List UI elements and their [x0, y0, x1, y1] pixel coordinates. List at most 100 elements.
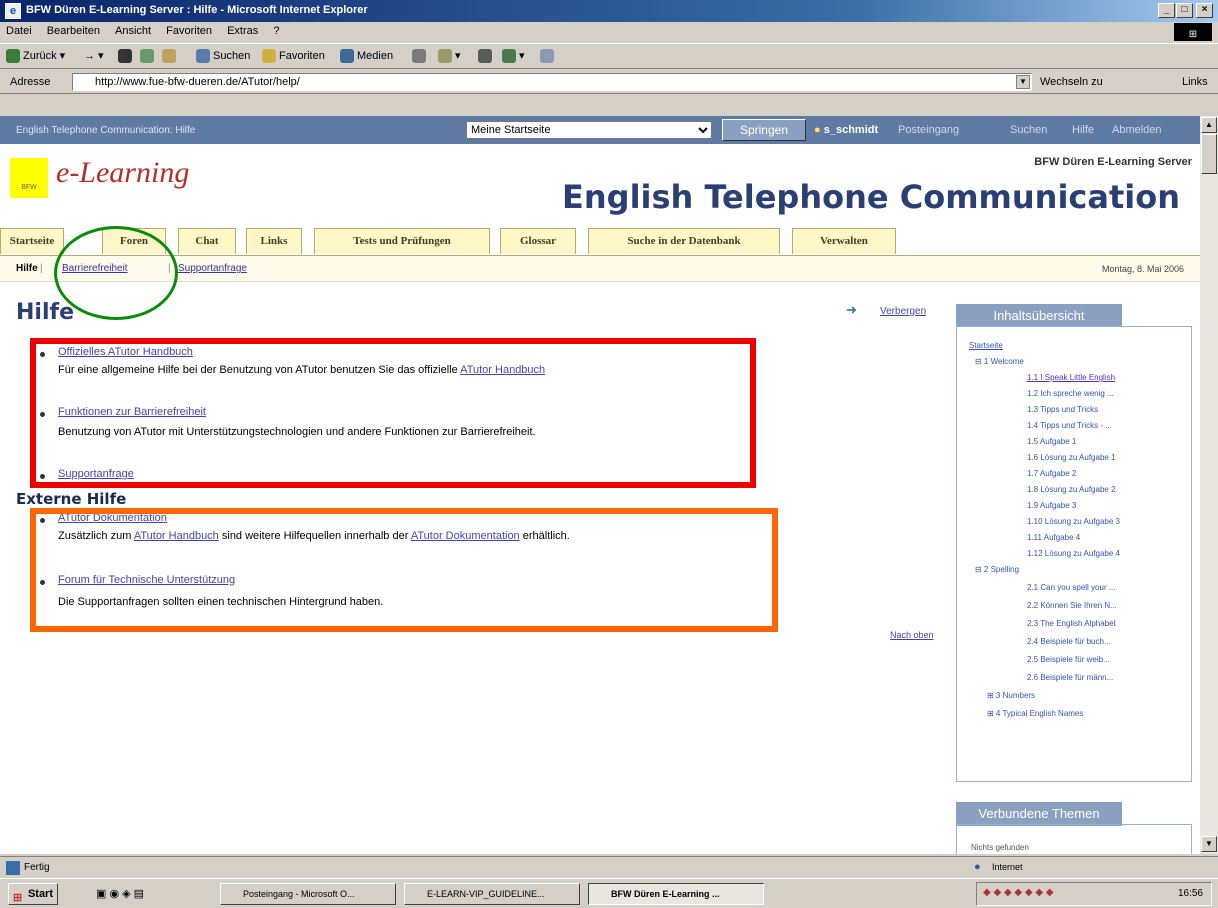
toc-item[interactable]: 2.4 Beispiele für buch...: [1027, 637, 1111, 646]
toc-item[interactable]: 1.3 Tipps und Tricks: [1027, 405, 1098, 414]
tab-links[interactable]: Links: [246, 228, 302, 254]
taskbar-item-ie[interactable]: BFW Düren E-Learning ...: [588, 883, 764, 905]
back-label: Zurück: [23, 50, 57, 62]
start-label: Start: [27, 888, 53, 900]
vertical-scrollbar[interactable]: ▲ ▼: [1200, 116, 1218, 854]
toc-item[interactable]: Startseite: [969, 341, 1003, 350]
toc-item[interactable]: 2.6 Beispiele für männ...: [1027, 673, 1113, 682]
start-button[interactable]: ⊞ Start: [8, 883, 58, 905]
refresh-icon[interactable]: [140, 49, 157, 63]
links-button[interactable]: Links: [1182, 76, 1208, 88]
related-empty-text: Nichts gefunden: [971, 843, 1029, 852]
jump-select[interactable]: Meine Startseite: [466, 121, 712, 139]
toc-item[interactable]: 2.2 Können Sie Ihren N...: [1027, 601, 1117, 610]
clock: 16:56: [1177, 888, 1203, 899]
address-dropdown-icon[interactable]: ▼: [1016, 75, 1030, 89]
windows-flag-icon: ⊞: [13, 892, 23, 904]
hide-sidebar-link[interactable]: Verbergen: [880, 306, 926, 317]
internet-zone-icon: ●: [974, 861, 981, 873]
quicklaunch-icons[interactable]: ▣ ◉ ◈ ▤: [96, 887, 144, 900]
back-button[interactable]: Zurück ▾: [6, 49, 65, 64]
logout-link[interactable]: Abmelden: [1112, 124, 1162, 136]
browser-toolbar: Zurück ▾ → ▾ Suchen Favoriten Medien ▾ ▾: [0, 43, 1218, 69]
print-icon[interactable]: [478, 49, 495, 63]
search-button[interactable]: Suchen: [196, 49, 250, 63]
taskbar-item-outlook[interactable]: Posteingang - Microsoft O...: [220, 883, 396, 905]
taskbar-item-word[interactable]: E-LEARN-VIP_GUIDELINE...: [404, 883, 580, 905]
discuss-icon[interactable]: [540, 49, 557, 63]
favorites-icon: [262, 49, 276, 63]
toc-item[interactable]: 1.10 Lösung zu Aufgabe 3: [1027, 517, 1120, 526]
status-bar: Fertig ● Internet: [0, 856, 1218, 878]
arrow-right-icon: ➜: [846, 302, 857, 317]
tab-tests[interactable]: Tests und Prüfungen: [314, 228, 490, 254]
tab-glossar[interactable]: Glossar: [500, 228, 576, 254]
edit-icon[interactable]: ▾: [502, 49, 525, 64]
menu-favorites[interactable]: Favoriten: [160, 22, 218, 40]
toc-item[interactable]: ⊟ 2 Spelling: [975, 565, 1019, 574]
username[interactable]: ● s_schmidt: [814, 124, 878, 136]
tab-verwalten[interactable]: Verwalten: [792, 228, 896, 254]
toc-item[interactable]: ⊟ 1 Welcome: [975, 357, 1024, 366]
media-icon: [340, 49, 354, 63]
scroll-down-icon[interactable]: ▼: [1201, 836, 1217, 852]
toc-item[interactable]: 1.12 Lösung zu Aufgabe 4: [1027, 549, 1120, 558]
tab-suche[interactable]: Suche in der Datenbank: [588, 228, 780, 254]
inbox-link[interactable]: Posteingang: [898, 124, 959, 136]
tab-startseite[interactable]: Startseite: [0, 228, 64, 254]
help-link[interactable]: Hilfe: [1072, 124, 1094, 136]
toc-item[interactable]: 2.1 Can you spell your ...: [1027, 583, 1116, 592]
scroll-up-icon[interactable]: ▲: [1201, 117, 1217, 133]
address-input[interactable]: http://www.fue-bfw-dueren.de/ATutor/help…: [72, 73, 1032, 91]
toc-item[interactable]: 1.6 Lösung zu Aufgabe 1: [1027, 453, 1116, 462]
tab-chat[interactable]: Chat: [178, 228, 236, 254]
favorites-label: Favoriten: [279, 49, 325, 62]
site-logo[interactable]: BFW e-Learning: [10, 156, 250, 200]
toc-item[interactable]: ⊞ 3 Numbers: [987, 691, 1035, 700]
highlight-red-box: [30, 338, 756, 488]
ie-icon: e: [5, 3, 21, 19]
toc-item[interactable]: 1.1 I Speak Little English: [1027, 373, 1115, 382]
jump-button[interactable]: Springen: [722, 119, 806, 141]
go-button[interactable]: Wechseln zu: [1040, 76, 1103, 88]
toc-item[interactable]: 1.11 Aufgabe 4: [1027, 533, 1080, 542]
media-label: Medien: [357, 49, 394, 62]
toc-item[interactable]: 2.5 Beispiele für weib...: [1027, 655, 1110, 664]
toc-item[interactable]: 1.5 Aufgabe 1: [1027, 437, 1076, 446]
home-icon[interactable]: [162, 49, 179, 63]
scrollbar-thumb[interactable]: [1201, 134, 1217, 174]
toc-item[interactable]: 1.4 Tipps und Tricks - ...: [1027, 421, 1112, 430]
status-text: Fertig: [24, 862, 50, 873]
menu-help[interactable]: ?: [267, 22, 285, 40]
mail-icon[interactable]: ▾: [438, 49, 461, 64]
related-topics-header: Verbundene Themen: [956, 802, 1122, 826]
external-help-title: Externe Hilfe: [16, 490, 127, 508]
search-link[interactable]: Suchen: [1010, 124, 1047, 136]
toc-item[interactable]: ⊞ 4 Typical English Names: [987, 709, 1083, 718]
menu-view[interactable]: Ansicht: [109, 22, 157, 40]
media-button[interactable]: Medien: [340, 49, 393, 63]
minimize-button[interactable]: _: [1158, 3, 1175, 18]
favorites-button[interactable]: Favoriten: [262, 49, 325, 63]
menu-edit[interactable]: Bearbeiten: [41, 22, 106, 40]
menu-file[interactable]: Datei: [0, 22, 38, 40]
subnav-supportanfrage[interactable]: Supportanfrage: [178, 263, 247, 274]
tray-icons[interactable]: ◆ ◆ ◆ ◆ ◆ ◆ ◆: [983, 887, 1054, 898]
toc-item[interactable]: 1.9 Aufgabe 3: [1027, 501, 1076, 510]
menu-tools[interactable]: Extras: [221, 22, 264, 40]
history-icon[interactable]: [412, 49, 429, 63]
close-button[interactable]: ×: [1196, 3, 1213, 18]
maximize-button[interactable]: □: [1176, 3, 1193, 18]
stop-icon[interactable]: [118, 49, 135, 63]
highlight-green-oval: [54, 226, 178, 320]
system-tray: ◆ ◆ ◆ ◆ ◆ ◆ ◆ 16:56: [976, 882, 1212, 906]
forward-button[interactable]: → ▾: [84, 49, 104, 62]
toc-item[interactable]: 1.7 Aufgabe 2: [1027, 469, 1076, 478]
back-to-top-link[interactable]: Nach oben: [890, 630, 934, 640]
toc-item[interactable]: 2.3 The English Alphabet: [1027, 619, 1116, 628]
user-icon: ●: [814, 124, 821, 136]
toc-item[interactable]: 1.2 Ich spreche wenig ...: [1027, 389, 1114, 398]
page-title: Hilfe: [16, 300, 74, 325]
windows-logo-icon: ⊞: [1174, 23, 1212, 41]
toc-item[interactable]: 1.8 Lösung zu Aufgabe 2: [1027, 485, 1116, 494]
